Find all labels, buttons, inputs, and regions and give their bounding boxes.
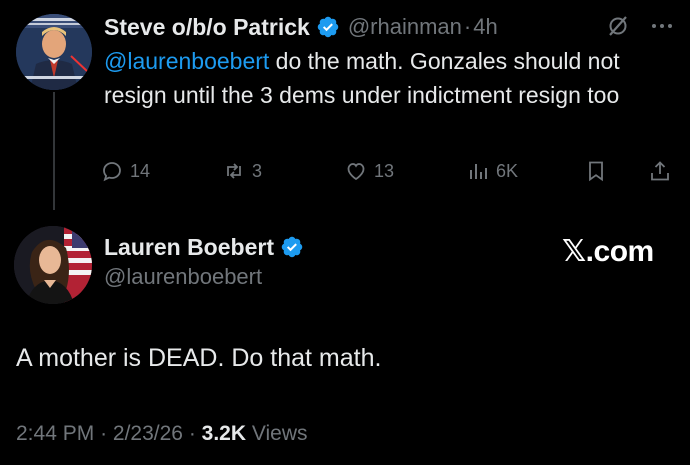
main-author-handle[interactable]: @laurenboebert <box>104 264 262 290</box>
watermark-domain: .com <box>585 235 655 268</box>
thread-connector-line <box>53 92 55 210</box>
separator-dot: · <box>100 422 108 445</box>
reply-author-name[interactable]: Steve o/b/o Patrick <box>104 14 310 41</box>
views-icon <box>470 164 487 179</box>
verified-badge-icon <box>317 16 339 38</box>
share-icon <box>651 161 669 181</box>
grok-icon[interactable] <box>606 14 630 38</box>
views-count: 6K <box>496 160 519 181</box>
x-com-watermark: 𝕏.com <box>562 234 654 269</box>
tweet-views-label: Views <box>251 422 308 445</box>
tweet-views-count: 3.2K <box>201 422 247 445</box>
main-tweet-meta: 2:44 PM · 2/23/26 · 3.2K Views <box>16 422 308 446</box>
reply-author-handle[interactable]: @rhainman <box>348 14 462 40</box>
separator-dot: · <box>463 14 472 39</box>
views-button[interactable]: 6K <box>466 154 518 188</box>
like-button[interactable]: 13 <box>344 154 394 188</box>
reply-header: Steve o/b/o Patrick @rhainman · 4h <box>104 10 498 44</box>
reply-action-bar: 14 3 13 6K <box>100 154 680 188</box>
x-logo-icon: 𝕏 <box>562 234 586 269</box>
tweet-time[interactable]: 2:44 PM <box>16 422 94 445</box>
reply-icon <box>103 162 121 182</box>
main-header: Lauren Boebert <box>104 230 312 264</box>
like-icon <box>347 163 365 181</box>
mention-link[interactable]: @laurenboebert <box>104 48 269 74</box>
bookmark-icon <box>589 161 603 182</box>
repost-button[interactable]: 3 <box>222 154 262 188</box>
bookmark-button[interactable] <box>584 154 614 188</box>
share-button[interactable] <box>648 154 678 188</box>
verified-badge-icon <box>281 236 303 258</box>
tweet-date[interactable]: 2/23/26 <box>113 422 183 445</box>
reply-count: 14 <box>130 160 151 181</box>
repost-count: 3 <box>252 160 263 181</box>
main-tweet-text: A mother is DEAD. Do that math. <box>16 344 382 372</box>
repost-icon <box>227 163 241 179</box>
avatar-main-author[interactable] <box>14 226 92 304</box>
reply-button[interactable]: 14 <box>100 154 150 188</box>
avatar-reply-author[interactable] <box>16 14 92 90</box>
like-count: 13 <box>374 160 395 181</box>
main-author-name[interactable]: Lauren Boebert <box>104 234 274 261</box>
more-icon[interactable] <box>650 22 674 30</box>
separator-dot: · <box>188 422 196 445</box>
reply-body: @laurenboebert do the math. Gonzales sho… <box>104 44 664 112</box>
reply-timestamp[interactable]: 4h <box>473 14 497 40</box>
